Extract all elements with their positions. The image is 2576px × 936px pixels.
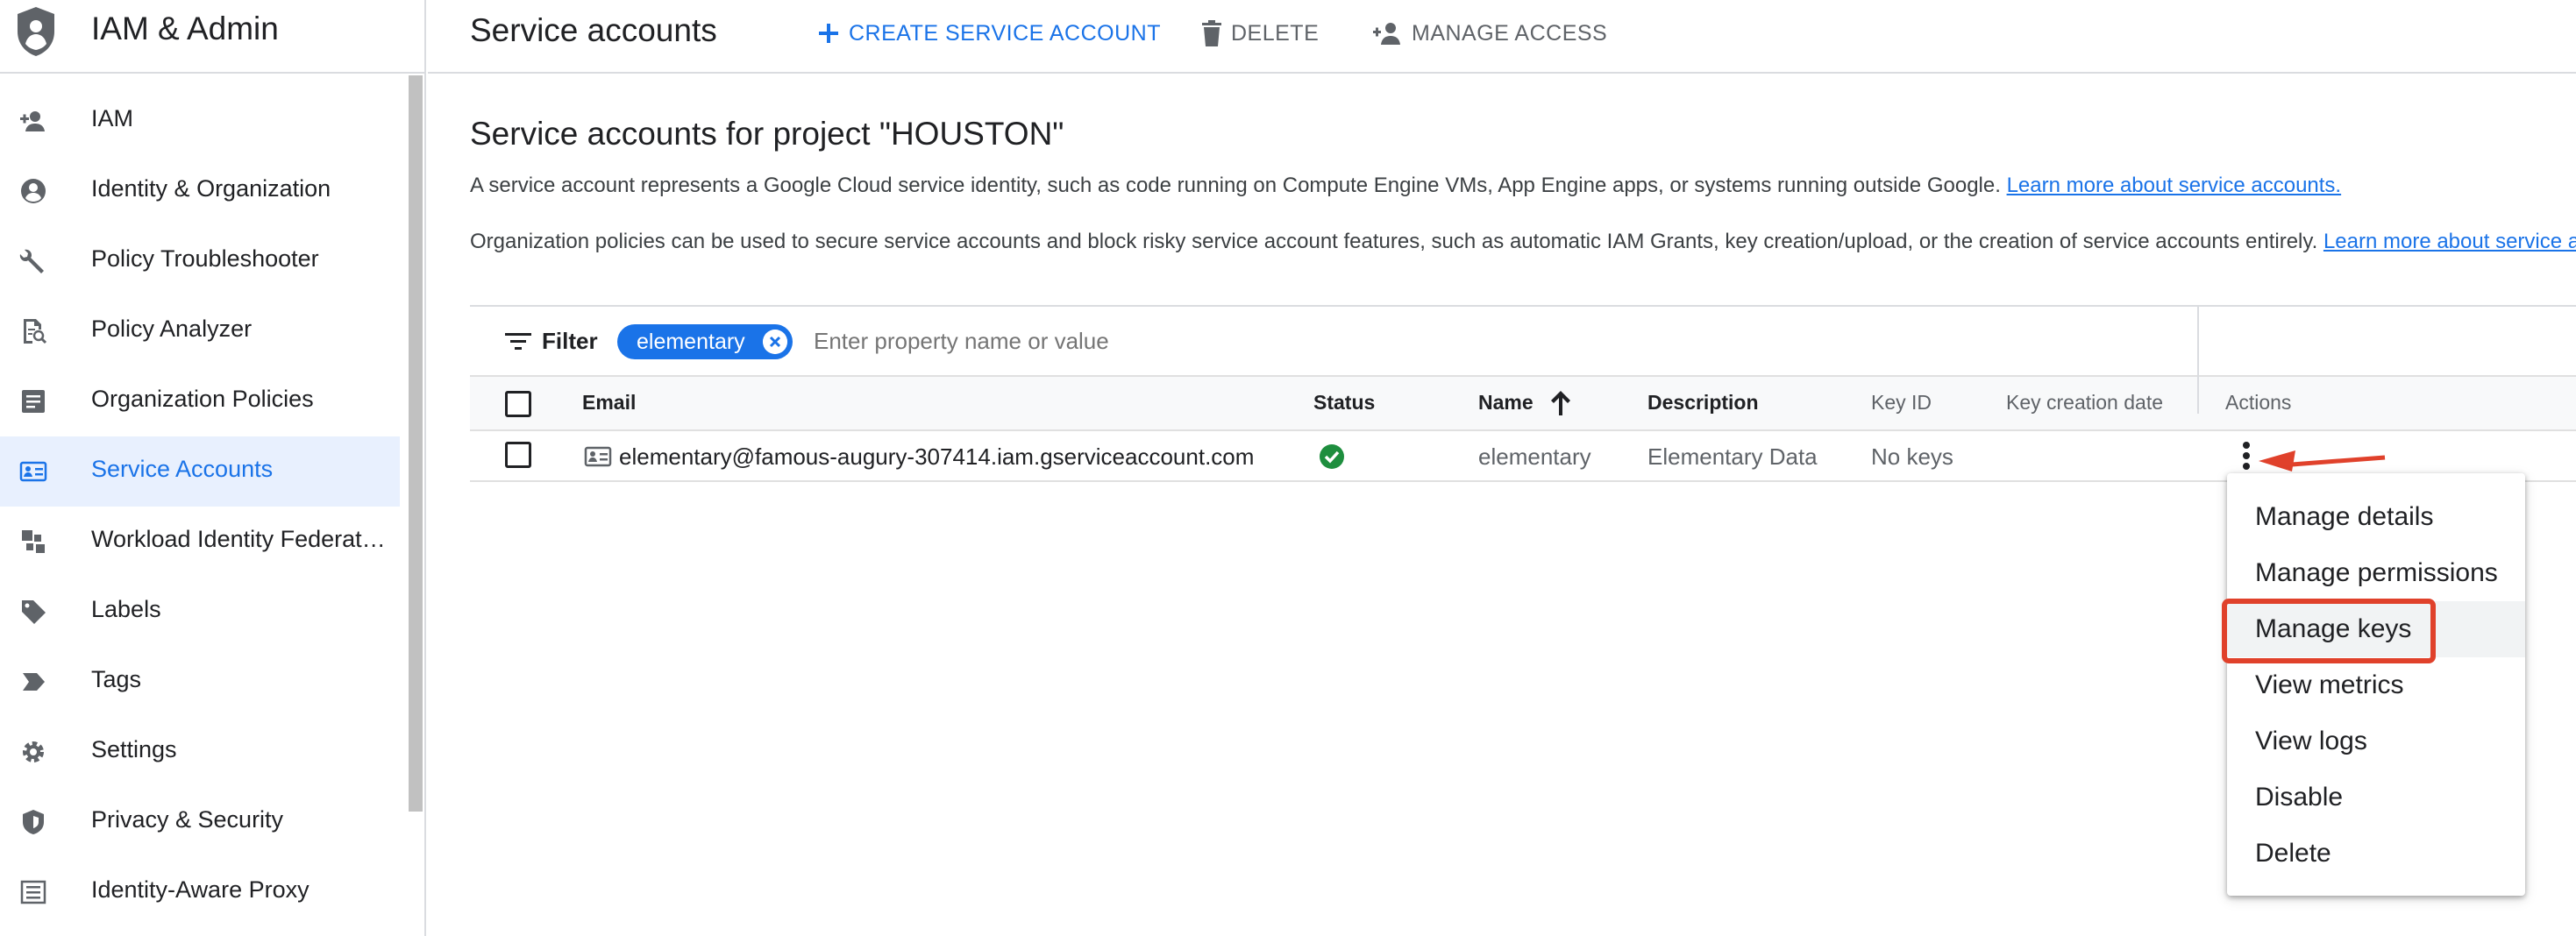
table-header: Email Status Name Description Key ID Key…: [470, 377, 2576, 431]
iam-shield-logo-icon: [18, 7, 54, 56]
top-toolbar: Service accounts CREATE SERVICE ACCOUNT …: [428, 0, 2576, 74]
sidebar-item-label: Identity & Organization: [91, 175, 331, 202]
column-header-name[interactable]: Name: [1478, 391, 1534, 415]
sidebar-item-label: Labels: [91, 596, 161, 622]
create-service-account-button[interactable]: CREATE SERVICE ACCOUNT: [817, 16, 1161, 51]
sidebar-item-label: Settings: [91, 736, 177, 762]
column-header-email[interactable]: Email: [582, 391, 636, 415]
menu-item-view-metrics[interactable]: View metrics: [2227, 657, 2525, 713]
column-header-key-id[interactable]: Key ID: [1871, 391, 1932, 415]
service-account-description: Elementary Data: [1647, 443, 1818, 470]
filter-icon[interactable]: [505, 331, 531, 352]
sidebar-scrollbar[interactable]: [409, 75, 423, 812]
trash-icon: [1202, 20, 1221, 46]
tag-arrow-icon: [23, 673, 45, 691]
column-header-status[interactable]: Status: [1313, 391, 1375, 415]
filter-chip-label: elementary: [637, 330, 745, 354]
page-title: Service accounts: [470, 12, 717, 48]
sidebar-item-label: Identity-Aware Proxy: [91, 876, 310, 903]
service-account-name: elementary: [1478, 443, 1591, 470]
manage-access-label: MANAGE ACCESS: [1412, 20, 1608, 46]
intro-paragraph: A service account represents a Google Cl…: [470, 174, 2341, 198]
menu-item-manage-details[interactable]: Manage details: [2227, 489, 2525, 545]
column-header-key-creation-date[interactable]: Key creation date: [2006, 391, 2163, 415]
filter-input[interactable]: [814, 328, 1340, 355]
wrench-icon: [19, 249, 44, 273]
sidebar-item-labels[interactable]: Labels: [0, 577, 400, 647]
sidebar-item-policy-troubleshooter[interactable]: Policy Troubleshooter: [0, 226, 400, 296]
sidebar-item-label: Policy Analyzer: [91, 316, 253, 342]
sidebar-item-service-accounts[interactable]: Service Accounts: [0, 436, 400, 507]
filter-chip[interactable]: elementary: [617, 324, 793, 359]
sidebar-item-tags[interactable]: Tags: [0, 647, 400, 717]
sidebar-item-label: Workload Identity Federat…: [91, 526, 386, 552]
sidebar-item-policy-analyzer[interactable]: Policy Analyzer: [0, 296, 400, 366]
create-service-account-label: CREATE SERVICE ACCOUNT: [849, 20, 1161, 46]
service-account-icon: [19, 461, 47, 482]
list-document-icon: [22, 390, 45, 413]
sidebar-item-workload-identity-federation[interactable]: Workload Identity Federat…: [0, 507, 400, 577]
menu-item-delete[interactable]: Delete: [2227, 826, 2525, 882]
more-actions-kebab-icon[interactable]: [2238, 438, 2255, 473]
delete-button[interactable]: DELETE: [1201, 16, 1319, 51]
menu-item-disable[interactable]: Disable: [2227, 769, 2525, 826]
column-header-actions: Actions: [2225, 391, 2292, 414]
document-search-icon: [24, 319, 47, 344]
org-policies-text: Organization policies can be used to sec…: [470, 230, 2323, 253]
select-all-checkbox[interactable]: [505, 391, 531, 417]
filter-label[interactable]: Filter: [542, 328, 598, 355]
section-heading: Service accounts for project "HOUSTON": [470, 116, 1064, 152]
sidebar-item-identity-organization[interactable]: Identity & Organization: [0, 156, 400, 226]
menu-item-manage-permissions[interactable]: Manage permissions: [2227, 545, 2525, 601]
org-policies-paragraph: Organization policies can be used to sec…: [470, 230, 2576, 254]
actions-column-divider: [2197, 307, 2199, 414]
label-tag-icon: [22, 600, 46, 624]
gear-icon: [23, 741, 44, 762]
sidebar-nav: IAM Identity & Organization Policy Troub…: [0, 86, 400, 927]
sidebar-item-privacy-security[interactable]: Privacy & Security: [0, 787, 400, 857]
person-add-icon: [20, 111, 45, 131]
sidebar-header: IAM & Admin: [0, 0, 426, 74]
intro-text: A service account represents a Google Cl…: [470, 174, 2007, 197]
sidebar-item-identity-aware-proxy[interactable]: Identity-Aware Proxy: [0, 857, 400, 927]
menu-item-view-logs[interactable]: View logs: [2227, 713, 2525, 769]
sidebar-item-organization-policies[interactable]: Organization Policies: [0, 366, 400, 436]
annotation-arrow: [2259, 450, 2386, 472]
manage-access-button[interactable]: MANAGE ACCESS: [1373, 16, 1607, 51]
column-header-description[interactable]: Description: [1647, 391, 1759, 415]
sidebar-item-label: Service Accounts: [91, 456, 274, 482]
service-account-icon: [584, 446, 612, 467]
sidebar-item-settings[interactable]: Settings: [0, 717, 400, 787]
check-circle-icon: [1320, 444, 1344, 469]
annotation-highlight-box: [2222, 599, 2436, 663]
sidebar-item-label: Policy Troubleshooter: [91, 245, 319, 272]
sidebar-item-label: Organization Policies: [91, 386, 314, 412]
service-account-key-id: No keys: [1871, 443, 1953, 470]
actions-menu: Manage details Manage permissions Manage…: [2227, 473, 2525, 896]
learn-more-service-account-security-link[interactable]: Learn more about service a: [2323, 230, 2576, 253]
product-title: IAM & Admin: [91, 11, 279, 46]
close-icon[interactable]: [762, 330, 787, 354]
sidebar: IAM & Admin IAM Identity & Organization …: [0, 0, 426, 936]
plus-icon: [819, 24, 838, 43]
sidebar-item-label: IAM: [91, 105, 134, 131]
sidebar-item-iam[interactable]: IAM: [0, 86, 400, 156]
sort-ascending-arrow-icon[interactable]: [1548, 389, 1573, 415]
person-add-icon: [1373, 23, 1400, 45]
workload-identity-icon: [22, 530, 45, 553]
sidebar-item-label: Tags: [91, 666, 142, 692]
account-circle-icon: [21, 179, 46, 203]
proxy-icon: [20, 880, 46, 904]
sidebar-item-label: Privacy & Security: [91, 806, 284, 833]
filter-bar: Filter elementary: [470, 307, 2576, 377]
shield-icon: [23, 810, 44, 834]
service-account-email-link[interactable]: elementary@famous-augury-307414.iam.gser…: [619, 443, 1254, 471]
learn-more-service-accounts-link[interactable]: Learn more about service accounts.: [2007, 174, 2342, 197]
delete-label: DELETE: [1231, 20, 1320, 46]
row-select-checkbox[interactable]: [505, 442, 531, 468]
